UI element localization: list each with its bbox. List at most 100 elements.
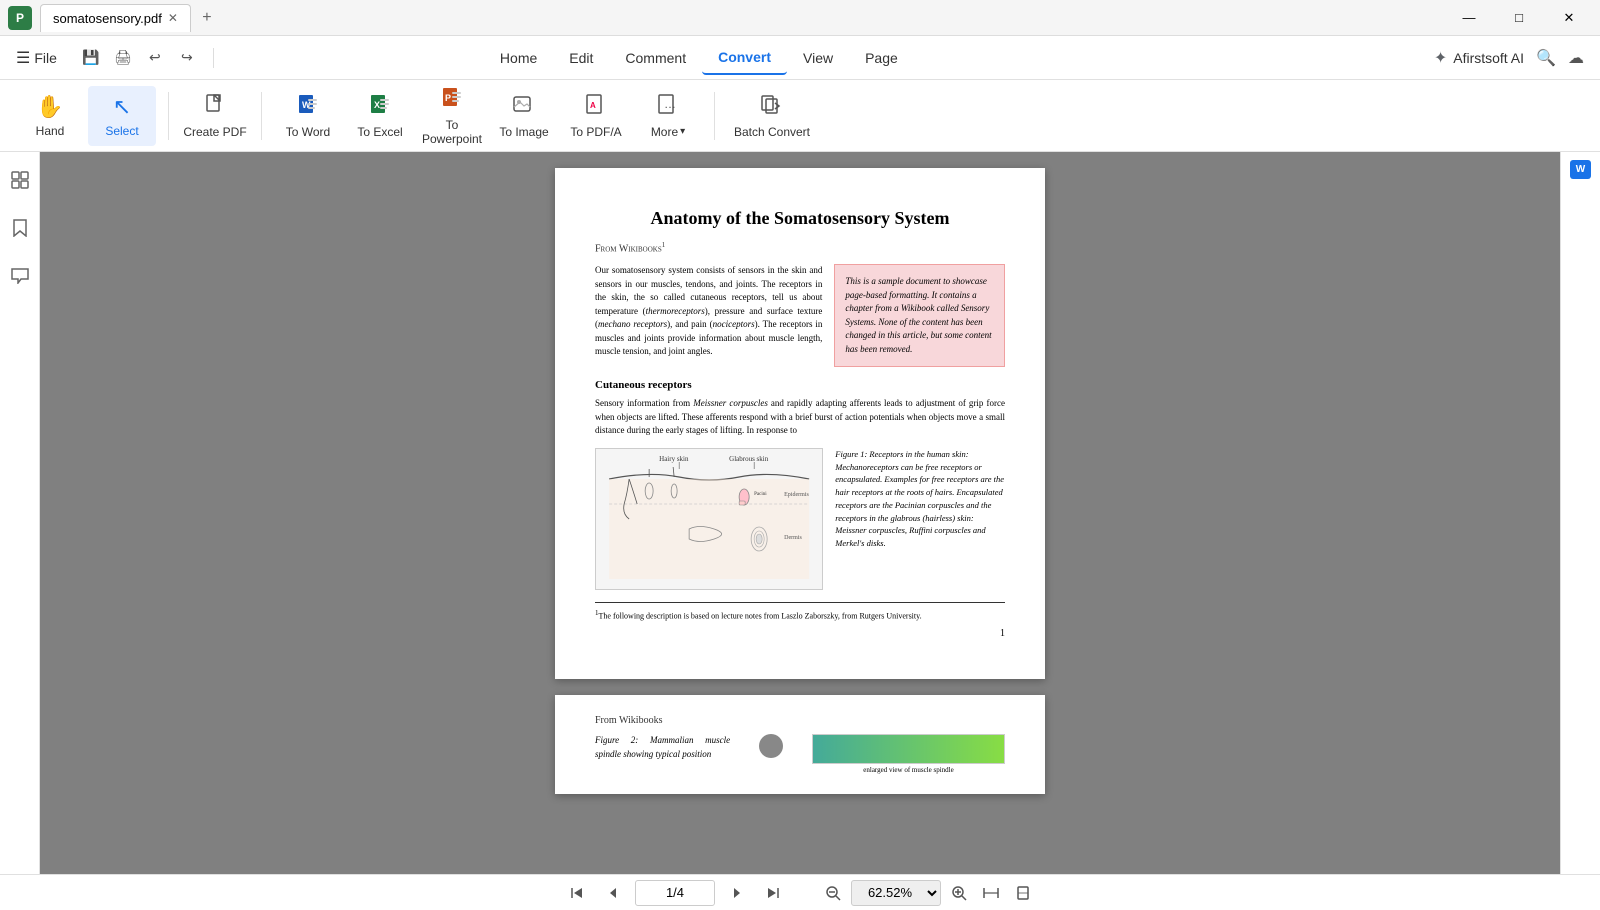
zoom-select[interactable]: 62.52% 50% 75% 100% 125% 150% <box>851 880 941 906</box>
first-page-button[interactable] <box>563 879 591 907</box>
create-pdf-button[interactable]: Create PDF <box>181 86 249 146</box>
footnote-divider <box>595 602 1005 609</box>
batch-convert-button[interactable]: Batch Convert <box>727 86 817 146</box>
fit-width-button[interactable] <box>977 879 1005 907</box>
file-menu-button[interactable]: File <box>34 50 57 66</box>
main-area: Anatomy of the Somatosensory System From… <box>0 152 1600 874</box>
right-column: This is a sample document to showcase pa… <box>834 264 1005 367</box>
more-icon: … <box>657 93 679 121</box>
nav-convert[interactable]: Convert <box>702 41 787 75</box>
undo-button[interactable]: ↩ <box>141 44 169 72</box>
hand-tool-button[interactable]: ✋ Hand <box>16 86 84 146</box>
next-page-button[interactable] <box>723 879 751 907</box>
sidebar-comment-icon[interactable] <box>4 260 36 292</box>
page-title: Anatomy of the Somatosensory System <box>595 208 1005 229</box>
prev-page-button[interactable] <box>599 879 627 907</box>
title-bar: P somatosensory.pdf ✕ + — □ ✕ <box>0 0 1600 36</box>
fit-page-button[interactable] <box>1009 879 1037 907</box>
svg-text:…: … <box>664 97 676 111</box>
maximize-button[interactable]: □ <box>1496 0 1542 36</box>
svg-text:X: X <box>374 100 380 110</box>
print-button[interactable]: 🖨 <box>109 44 137 72</box>
search-button[interactable]: 🔍 <box>1536 48 1556 68</box>
figure-1-area: Hairy skin Glabrous skin <box>595 448 1005 590</box>
to-pdfa-label: To PDF/A <box>570 125 621 139</box>
figure-2-text-area: Figure 2: Mammalian muscle spindle showi… <box>595 734 730 761</box>
save-button[interactable]: 💾 <box>77 44 105 72</box>
toolbar-separator-3 <box>714 92 715 140</box>
page2-from-wikibooks: From Wikibooks <box>595 715 1005 726</box>
to-word-label: To Word <box>286 125 330 139</box>
more-button[interactable]: … More ▾ <box>634 86 702 146</box>
left-sidebar <box>0 152 40 874</box>
to-word-button[interactable]: W To Word <box>274 86 342 146</box>
svg-text:A: A <box>590 101 596 110</box>
figure-caption-text: Figure 1: Receptors in the human skin: M… <box>835 449 1004 548</box>
minimize-button[interactable]: — <box>1446 0 1492 36</box>
sample-doc-notice: This is a sample document to showcase pa… <box>834 264 1005 367</box>
to-powerpoint-label: To Powerpoint <box>418 118 486 146</box>
tab-area: somatosensory.pdf ✕ + <box>40 4 1446 32</box>
last-page-button[interactable] <box>759 879 787 907</box>
figure-1-caption: Figure 1: Receptors in the human skin: M… <box>835 448 1005 590</box>
create-pdf-icon <box>204 93 226 121</box>
tab-label: somatosensory.pdf <box>53 11 162 26</box>
to-pdfa-button[interactable]: A To PDF/A <box>562 86 630 146</box>
word-badge[interactable]: W <box>1570 160 1591 179</box>
nav-menu: Home Edit Comment Convert View Page <box>484 41 914 75</box>
svg-text:Glabrous skin: Glabrous skin <box>729 455 769 463</box>
figure-2-label: Figure 2: Mammalian muscle spindle showi… <box>595 734 730 761</box>
sidebar-bookmark-icon[interactable] <box>4 212 36 244</box>
tab-close-button[interactable]: ✕ <box>168 11 178 25</box>
to-excel-button[interactable]: X To Excel <box>346 86 414 146</box>
svg-text:Epidermis: Epidermis <box>784 492 809 498</box>
nav-comment[interactable]: Comment <box>609 42 702 74</box>
add-tab-button[interactable]: + <box>195 6 219 30</box>
batch-convert-icon <box>761 93 783 121</box>
pdf-page-1: Anatomy of the Somatosensory System From… <box>555 168 1045 679</box>
section-paragraph: Sensory information from Meissner corpus… <box>595 397 1005 438</box>
batch-convert-label: Batch Convert <box>734 125 810 139</box>
to-powerpoint-icon: P <box>441 86 463 114</box>
document-area[interactable]: Anatomy of the Somatosensory System From… <box>40 152 1560 874</box>
pdf-page-2: From Wikibooks Figure 2: Mammalian muscl… <box>555 695 1045 794</box>
figure-2-area: Figure 2: Mammalian muscle spindle showi… <box>595 734 1005 774</box>
select-label: Select <box>105 124 138 138</box>
to-image-button[interactable]: To Image <box>490 86 558 146</box>
file-menu-area: ☰ File <box>16 48 57 68</box>
active-tab[interactable]: somatosensory.pdf ✕ <box>40 4 191 32</box>
more-dropdown-icon: ▾ <box>680 126 685 137</box>
svg-text:P: P <box>445 93 451 103</box>
figure-1-image: Hairy skin Glabrous skin <box>595 448 823 590</box>
toolbar-separator-2 <box>261 92 262 140</box>
footnote-text: 1The following description is based on l… <box>595 609 1005 621</box>
create-pdf-label: Create PDF <box>183 125 246 139</box>
to-powerpoint-button[interactable]: P To Powerpoint <box>418 86 486 146</box>
page-input[interactable]: 1/4 <box>635 880 715 906</box>
cloud-button[interactable]: ☁ <box>1568 48 1584 68</box>
right-sidebar: W <box>1560 152 1600 874</box>
nav-view[interactable]: View <box>787 42 849 74</box>
ai-icon: ✦ <box>1434 48 1447 68</box>
intro-paragraph: Our somatosensory system consists of sen… <box>595 264 822 359</box>
to-image-label: To Image <box>499 125 548 139</box>
nav-home[interactable]: Home <box>484 42 553 74</box>
ai-button[interactable]: ✦ Afirstsoft AI <box>1434 48 1524 68</box>
hand-label: Hand <box>36 124 65 138</box>
nav-edit[interactable]: Edit <box>553 42 609 74</box>
menu-divider <box>213 48 214 68</box>
to-word-icon: W <box>297 93 319 121</box>
nav-page[interactable]: Page <box>849 42 914 74</box>
footnote-ref: 1 <box>662 241 666 249</box>
zoom-out-button[interactable] <box>819 879 847 907</box>
zoom-in-button[interactable] <box>945 879 973 907</box>
sidebar-thumbnail-icon[interactable] <box>4 164 36 196</box>
from-wikibooks-text: From Wikibooks <box>595 243 662 254</box>
redo-button[interactable]: ↪ <box>173 44 201 72</box>
svg-text:Pacini: Pacini <box>754 492 767 497</box>
hamburger-menu-icon[interactable]: ☰ <box>16 48 30 68</box>
menu-bar: ☰ File 💾 🖨 ↩ ↪ Home Edit Comment Convert… <box>0 36 1600 80</box>
close-button[interactable]: ✕ <box>1546 0 1592 36</box>
more-label: More <box>651 125 678 139</box>
select-tool-button[interactable]: ↖ Select <box>88 86 156 146</box>
